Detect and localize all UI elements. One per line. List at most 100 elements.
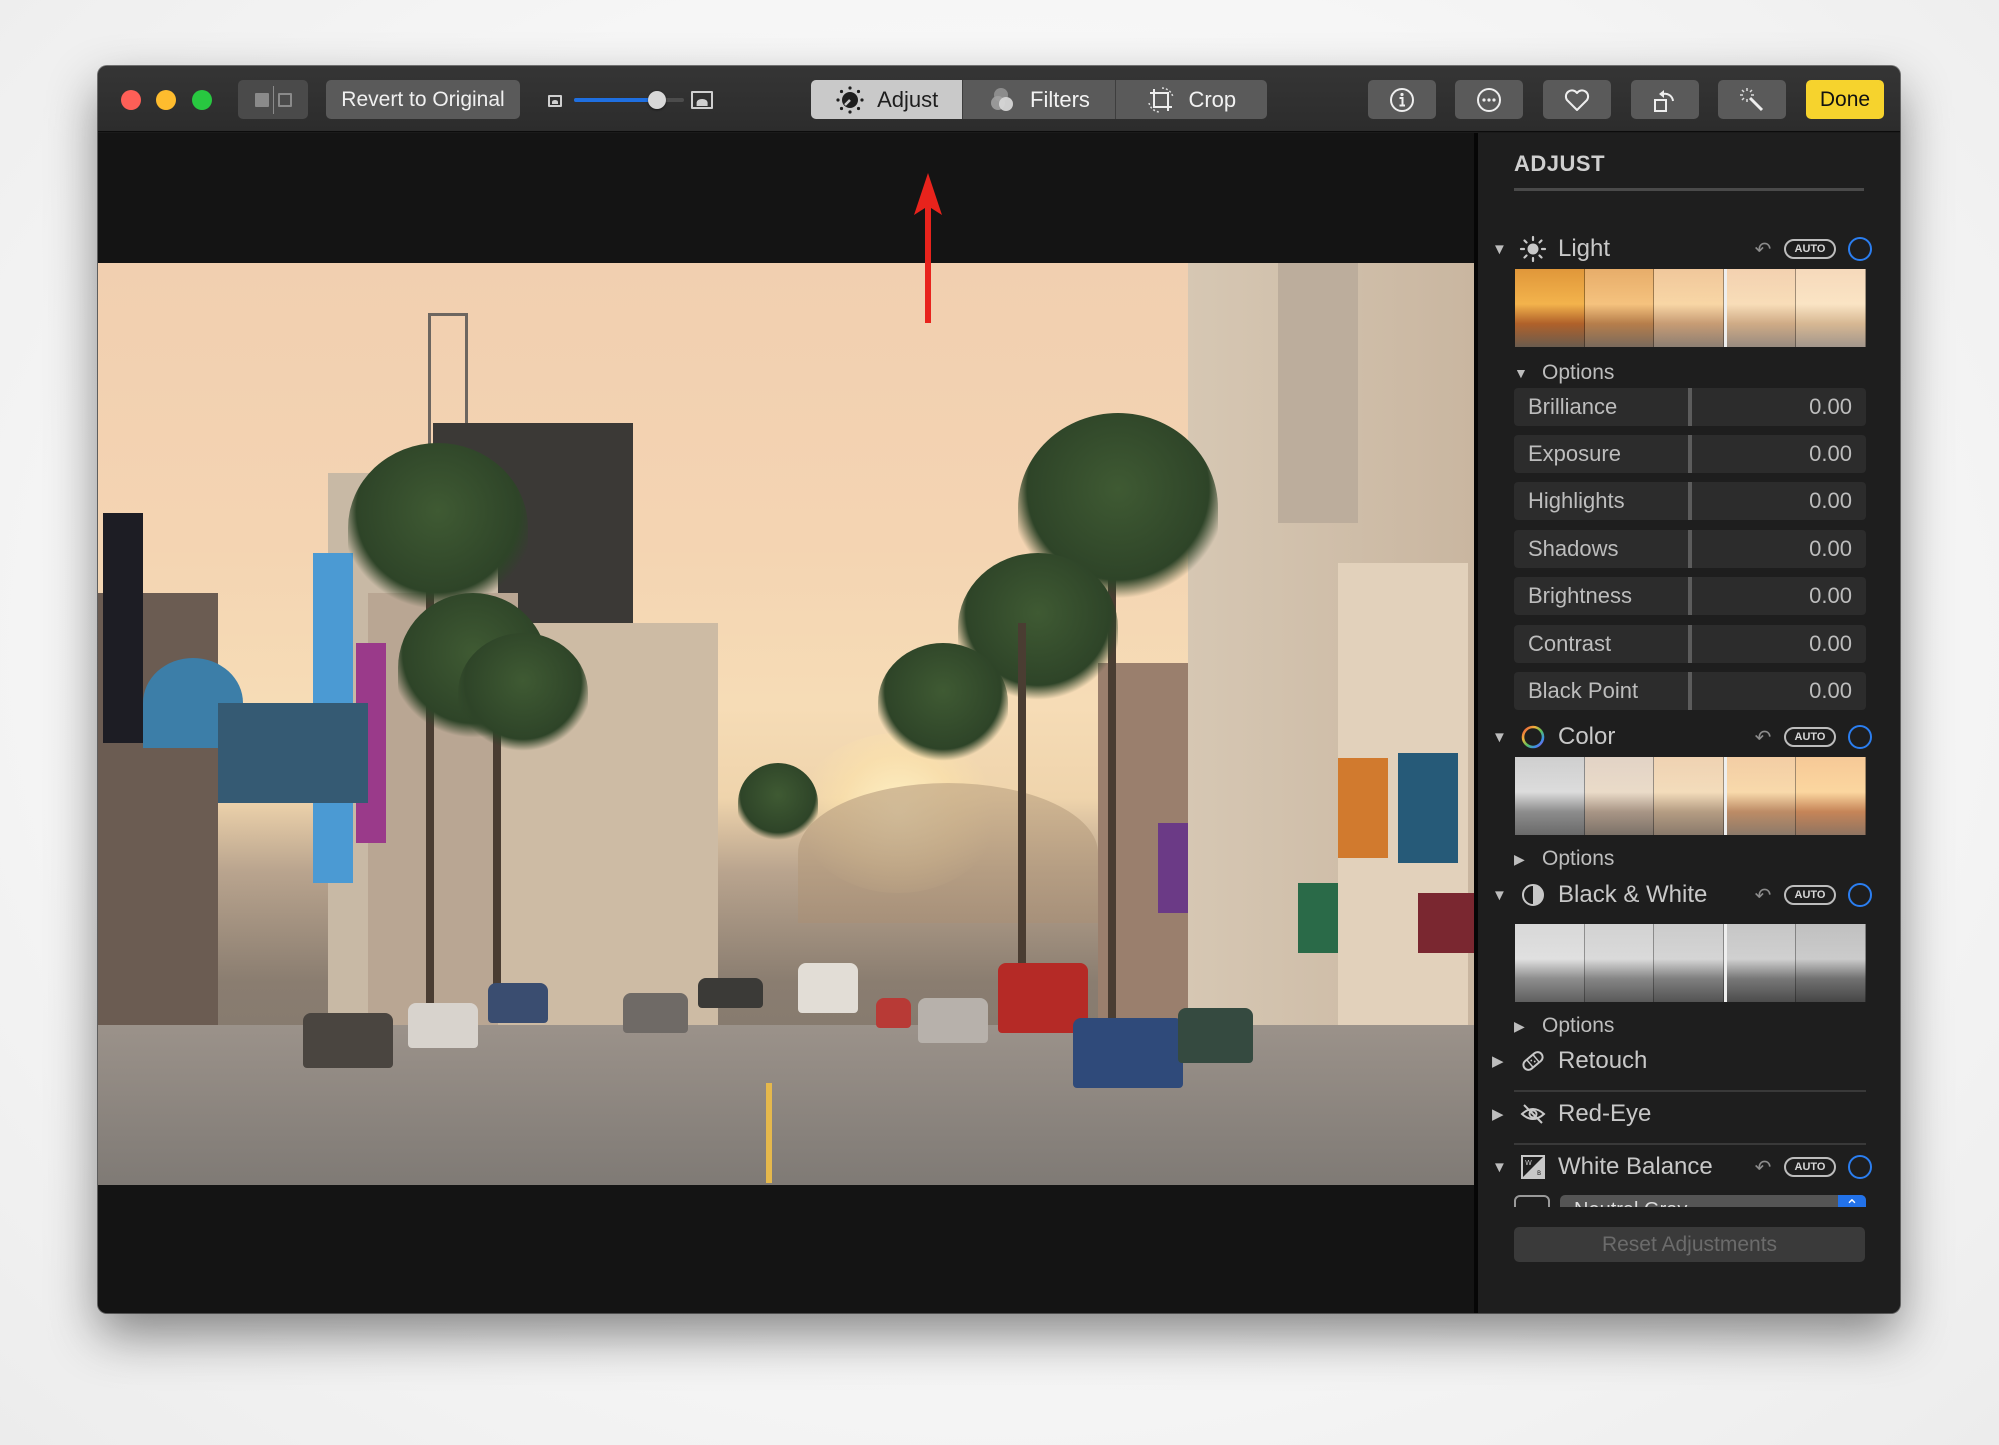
auto-button-light[interactable]: AUTO [1784, 239, 1836, 259]
color-thumb [1584, 757, 1655, 835]
slider-zero-mark [1688, 625, 1692, 663]
photo-hills [798, 783, 1098, 923]
slider-value: 0.00 [1809, 394, 1852, 419]
section-redeye-header[interactable]: ▶ Red-Eye [1492, 1096, 1872, 1132]
split-view-button[interactable] [238, 80, 308, 119]
zoom-window-button[interactable] [192, 90, 212, 110]
disclosure-collapsed-icon[interactable]: ▶ [1492, 1052, 1510, 1070]
section-redeye-label: Red-Eye [1558, 1100, 1652, 1127]
half-circle-icon [1516, 880, 1550, 910]
disclosure-expanded-icon[interactable]: ▼ [1514, 365, 1528, 381]
palm-tree [348, 443, 528, 613]
photo-banner [1398, 753, 1458, 863]
tab-crop-label: Crop [1188, 86, 1237, 112]
white-balance-mode-select[interactable]: Neutral Gray ⌃ [1560, 1195, 1866, 1207]
chevron-up-down-icon: ⌃ [1838, 1195, 1866, 1207]
reset-adjustments-button[interactable]: Reset Adjustments [1514, 1227, 1865, 1262]
disclosure-expanded-icon[interactable]: ▼ [1492, 241, 1510, 258]
color-thumb [1515, 757, 1585, 835]
slider-black-point[interactable]: Black Point 0.00 [1514, 672, 1866, 710]
undo-icon[interactable]: ↶ [1750, 237, 1776, 262]
photo-car [488, 983, 548, 1023]
white-balance-enable-toggle[interactable] [1848, 1155, 1872, 1179]
palm-tree [738, 763, 818, 843]
tab-adjust[interactable]: Adjust [811, 80, 964, 119]
color-options-toggle[interactable]: ▶ Options [1514, 844, 1614, 874]
slider-brightness[interactable]: Brightness 0.00 [1514, 577, 1866, 615]
enhance-button[interactable] [1718, 80, 1786, 119]
info-icon [1390, 87, 1414, 112]
section-color-header[interactable]: ▼ Color ↶ AUTO [1492, 719, 1872, 755]
auto-button-color[interactable]: AUTO [1784, 727, 1836, 747]
done-button[interactable]: Done [1806, 80, 1884, 119]
favorite-button[interactable] [1543, 80, 1611, 119]
heart-icon [1564, 88, 1590, 111]
slider-exposure[interactable]: Exposure 0.00 [1514, 435, 1866, 473]
slider-value: 0.00 [1809, 631, 1852, 656]
white-balance-controls: Neutral Gray ⌃ [1514, 1191, 1866, 1207]
slider-brilliance[interactable]: Brilliance 0.00 [1514, 388, 1866, 426]
svg-text:W: W [1525, 1159, 1532, 1167]
bw-options-toggle[interactable]: ▶ Options [1514, 1011, 1614, 1041]
undo-icon[interactable]: ↶ [1750, 1155, 1776, 1180]
eyedropper-button[interactable] [1514, 1195, 1550, 1207]
disclosure-expanded-icon[interactable]: ▼ [1492, 1159, 1510, 1176]
more-button[interactable] [1455, 80, 1523, 119]
slider-contrast[interactable]: Contrast 0.00 [1514, 625, 1866, 663]
slider-shadows[interactable]: Shadows 0.00 [1514, 530, 1866, 568]
revert-to-original-button[interactable]: Revert to Original [326, 80, 520, 119]
photo-preview[interactable] [98, 263, 1474, 1185]
rotate-button[interactable] [1631, 80, 1699, 119]
light-options-toggle[interactable]: ▼ Options [1514, 358, 1614, 388]
section-retouch-header[interactable]: ▶ Retouch [1492, 1043, 1872, 1079]
filters-circles-icon [991, 87, 1014, 111]
bw-preview-strip[interactable] [1515, 924, 1866, 1002]
zoom-slider[interactable] [574, 91, 684, 109]
bw-enable-toggle[interactable] [1848, 883, 1872, 907]
undo-icon[interactable]: ↶ [1750, 725, 1776, 750]
disclosure-collapsed-icon[interactable]: ▶ [1492, 1105, 1510, 1123]
color-options-label: Options [1542, 847, 1615, 870]
disclosure-collapsed-icon[interactable]: ▶ [1514, 851, 1528, 868]
photo-truck [798, 963, 858, 1013]
slider-value: 0.00 [1809, 583, 1852, 608]
tab-crop[interactable]: Crop [1116, 80, 1267, 119]
close-window-button[interactable] [121, 90, 141, 110]
zoom-slider-knob[interactable] [647, 91, 666, 109]
slider-label: Exposure [1528, 441, 1621, 466]
photo-banner [218, 703, 368, 803]
slider-label: Contrast [1528, 631, 1612, 656]
light-preview-strip[interactable] [1515, 269, 1866, 347]
disclosure-expanded-icon[interactable]: ▼ [1492, 729, 1510, 746]
section-bw-header[interactable]: ▼ Black & White ↶ AUTO [1492, 877, 1872, 913]
section-white-balance-header[interactable]: ▼ W B White Balance ↶ AUTO [1492, 1149, 1872, 1185]
auto-button-white-balance[interactable]: AUTO [1784, 1157, 1836, 1177]
slider-highlights[interactable]: Highlights 0.00 [1514, 482, 1866, 520]
slider-value: 0.00 [1809, 441, 1852, 466]
photo-car [918, 998, 988, 1043]
light-enable-toggle[interactable] [1848, 237, 1872, 261]
disclosure-collapsed-icon[interactable]: ▶ [1514, 1018, 1528, 1035]
color-enable-toggle[interactable] [1848, 725, 1872, 749]
photo-car [876, 998, 911, 1028]
slider-zero-mark [1688, 388, 1692, 426]
slider-zero-mark [1688, 435, 1692, 473]
slider-zero-mark [1688, 577, 1692, 615]
photo-canvas [98, 133, 1474, 1313]
color-preview-strip[interactable] [1515, 757, 1866, 835]
svg-text:B: B [1537, 1170, 1541, 1177]
undo-icon[interactable]: ↶ [1750, 883, 1776, 908]
section-light-header[interactable]: ▼ Light ↶ AUTO [1492, 231, 1872, 267]
photo-guitar-sign [103, 513, 143, 743]
light-options-label: Options [1542, 361, 1615, 384]
slider-zero-mark [1688, 482, 1692, 520]
info-button[interactable] [1368, 80, 1436, 119]
disclosure-expanded-icon[interactable]: ▼ [1492, 887, 1510, 904]
photo-banner [1338, 758, 1388, 858]
auto-button-bw[interactable]: AUTO [1784, 885, 1836, 905]
minimize-window-button[interactable] [156, 90, 176, 110]
bw-thumb [1796, 924, 1866, 1002]
tab-filters[interactable]: Filters [963, 80, 1116, 119]
color-thumb [1796, 757, 1866, 835]
large-photo-icon [691, 91, 713, 109]
